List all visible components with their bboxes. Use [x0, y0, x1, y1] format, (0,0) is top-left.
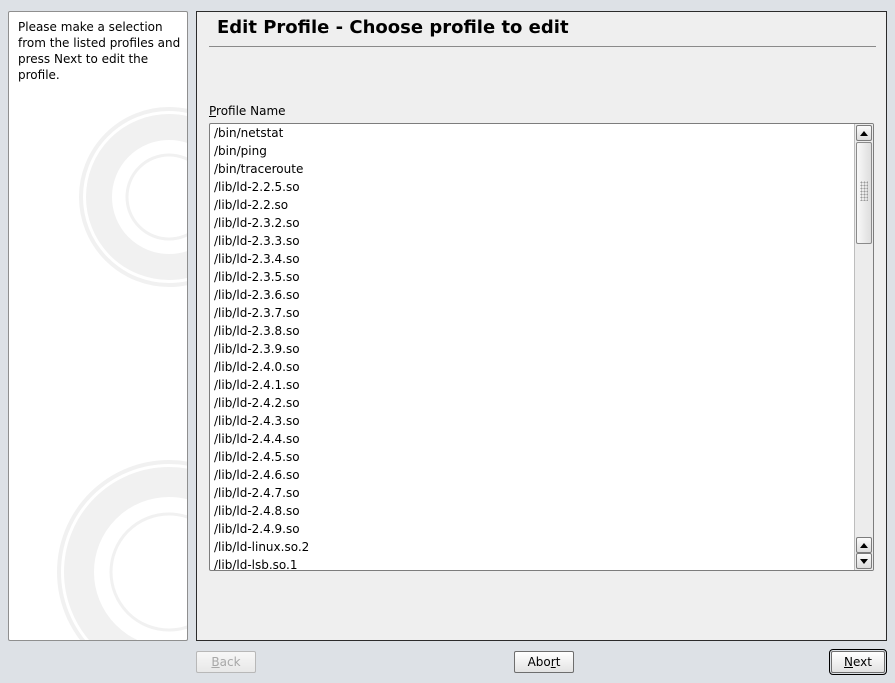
profile-list-item[interactable]: /lib/ld-2.2.5.so: [214, 178, 854, 196]
profile-list-item[interactable]: /lib/ld-2.4.9.so: [214, 520, 854, 538]
profile-list-item[interactable]: /lib/ld-2.3.2.so: [214, 214, 854, 232]
profile-list-items: /bin/netstat/bin/ping/bin/traceroute/lib…: [214, 124, 854, 570]
profile-list-label-mnemonic: P: [209, 104, 217, 118]
back-button[interactable]: Back: [196, 651, 256, 673]
profile-list-item[interactable]: /lib/ld-2.4.6.so: [214, 466, 854, 484]
profile-list-item[interactable]: /lib/ld-2.4.5.so: [214, 448, 854, 466]
profile-list-scrollbar[interactable]: [854, 124, 873, 570]
help-text: Please make a selection from the listed …: [18, 20, 181, 82]
profile-list-item[interactable]: /lib/ld-2.3.4.so: [214, 250, 854, 268]
main-panel: Edit Profile - Choose profile to edit Pr…: [196, 11, 887, 641]
profile-list[interactable]: /bin/netstat/bin/ping/bin/traceroute/lib…: [209, 123, 874, 571]
page-title: Edit Profile - Choose profile to edit: [217, 17, 569, 38]
profile-list-item[interactable]: /lib/ld-2.3.5.so: [214, 268, 854, 286]
help-panel: Please make a selection from the listed …: [8, 11, 188, 641]
profile-list-label-rest: rofile Name: [216, 104, 286, 118]
profile-list-item[interactable]: /bin/netstat: [214, 124, 854, 142]
profile-list-item[interactable]: /lib/ld-2.4.0.so: [214, 358, 854, 376]
abort-button-label-end: t: [555, 655, 561, 669]
profile-list-item[interactable]: /lib/ld-2.3.8.so: [214, 322, 854, 340]
profile-list-item[interactable]: /lib/ld-2.4.4.so: [214, 430, 854, 448]
profile-list-item[interactable]: /lib/ld-2.4.1.so: [214, 376, 854, 394]
profile-list-item[interactable]: /lib/ld-2.4.7.so: [214, 484, 854, 502]
profile-list-item[interactable]: /lib/ld-2.4.3.so: [214, 412, 854, 430]
profile-list-item[interactable]: /lib/ld-2.3.3.so: [214, 232, 854, 250]
profile-list-item[interactable]: /lib/ld-2.3.7.so: [214, 304, 854, 322]
title-divider: [209, 46, 876, 47]
scrollbar-grip-icon: [860, 181, 868, 201]
profile-list-item[interactable]: /lib/ld-2.3.9.so: [214, 340, 854, 358]
next-button-label: ext: [853, 655, 872, 669]
profile-list-item[interactable]: /lib/ld-linux.so.2: [214, 538, 854, 556]
scroll-up-arrow-icon[interactable]: [856, 125, 872, 141]
scroll-up-arrow-icon-bottom[interactable]: [856, 537, 872, 553]
scroll-down-arrow-icon[interactable]: [856, 553, 872, 569]
lifebuoy-watermark-icon: [57, 107, 187, 640]
profile-list-item[interactable]: /lib/ld-2.4.2.so: [214, 394, 854, 412]
profile-list-item[interactable]: /bin/traceroute: [214, 160, 854, 178]
profile-list-label: Profile Name: [209, 103, 286, 119]
next-button-mnemonic: N: [844, 655, 853, 669]
abort-button-label-start: Abo: [527, 655, 551, 669]
abort-button[interactable]: Abo r t: [514, 651, 574, 673]
profile-list-item[interactable]: /lib/ld-2.2.so: [214, 196, 854, 214]
profile-list-item[interactable]: /lib/ld-2.3.6.so: [214, 286, 854, 304]
profile-list-item[interactable]: /lib/ld-2.4.8.so: [214, 502, 854, 520]
scrollbar-thumb[interactable]: [856, 142, 872, 244]
next-button[interactable]: Next: [829, 649, 887, 675]
back-button-mnemonic: B: [211, 655, 220, 669]
profile-list-item[interactable]: /lib/ld-lsb.so.1: [214, 556, 854, 570]
profile-list-item[interactable]: /bin/ping: [214, 142, 854, 160]
back-button-label: ack: [219, 655, 241, 669]
